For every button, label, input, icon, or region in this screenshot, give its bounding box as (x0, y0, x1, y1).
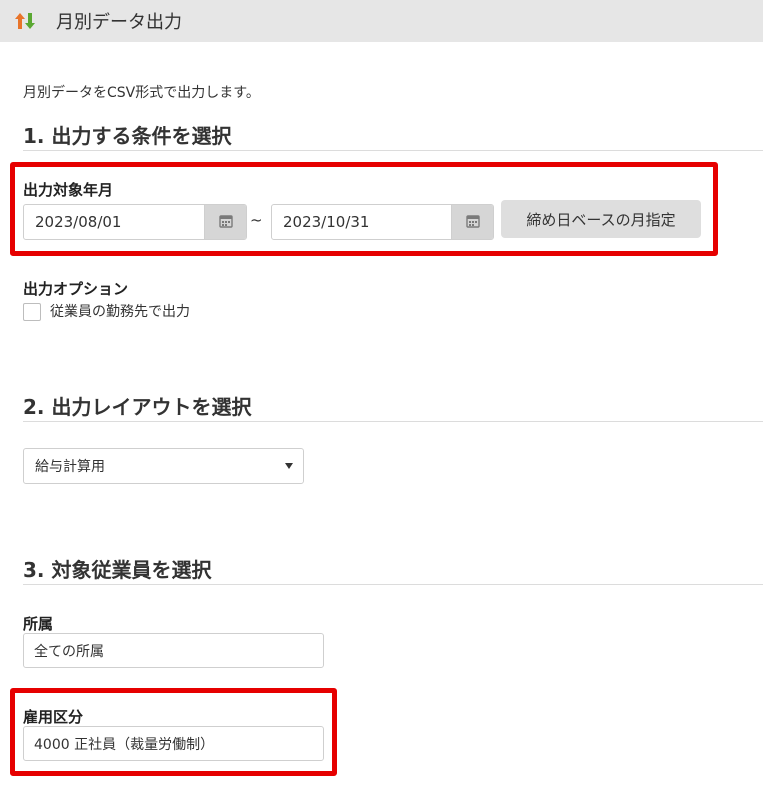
section-title-employees: 3. 対象従業員を選択 (23, 558, 212, 582)
chevron-down-icon (285, 463, 293, 469)
calendar-icon (218, 213, 233, 232)
start-date-value[interactable]: 2023/08/01 (24, 205, 204, 239)
employment-type-value: 4000 正社員（裁量労働制） (34, 736, 215, 753)
start-date-calendar-button[interactable] (204, 205, 246, 239)
end-date-input[interactable]: 2023/10/31 (271, 204, 494, 240)
period-label: 出力対象年月 (23, 181, 114, 199)
end-date-value[interactable]: 2023/10/31 (272, 205, 451, 239)
end-date-calendar-button[interactable] (451, 205, 493, 239)
divider (23, 150, 763, 151)
intro-text: 月別データをCSV形式で出力します。 (23, 85, 260, 101)
layout-select[interactable]: 給与計算用 (23, 448, 304, 484)
section-title-conditions: 1. 出力する条件を選択 (23, 124, 232, 148)
divider (23, 584, 763, 585)
divider (23, 421, 763, 422)
affiliation-label: 所属 (23, 615, 54, 633)
calendar-icon (465, 213, 480, 232)
start-date-input[interactable]: 2023/08/01 (23, 204, 247, 240)
closing-date-month-button[interactable]: 締め日ベースの月指定 (501, 200, 701, 238)
affiliation-value: 全ての所属 (34, 643, 104, 660)
employment-type-label: 雇用区分 (23, 708, 84, 726)
page-title: 月別データ出力 (56, 12, 182, 33)
employment-type-input[interactable]: 4000 正社員（裁量労働制） (23, 726, 324, 761)
workplace-output-checkbox[interactable] (23, 303, 41, 321)
output-option-label: 出力オプション (23, 280, 129, 298)
sort-arrows-icon (14, 10, 36, 32)
affiliation-input[interactable]: 全ての所属 (23, 633, 324, 668)
workplace-output-checkbox-label[interactable]: 従業員の勤務先で出力 (50, 301, 190, 321)
page-header: 月別データ出力 (0, 0, 763, 42)
date-range-separator: ~ (250, 211, 263, 229)
layout-select-value: 給与計算用 (35, 459, 105, 475)
section-title-layout: 2. 出力レイアウトを選択 (23, 395, 252, 419)
